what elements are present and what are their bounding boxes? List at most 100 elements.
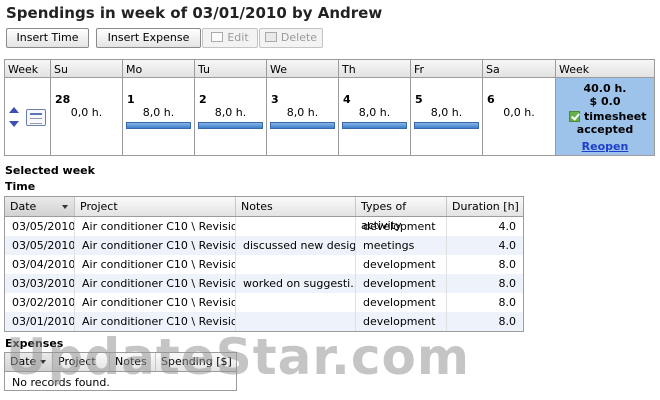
insert-expense-label: Insert Expense — [107, 31, 190, 44]
day-column-tu[interactable]: Tu 2 8,0 h. — [195, 60, 267, 155]
cell-notes: discussed new design — [236, 236, 356, 255]
day-name: Fr — [414, 63, 425, 76]
cell-date: 03/02/2010 — [5, 293, 75, 312]
day-name: Su — [54, 63, 68, 76]
cell-date: 03/05/2010 — [5, 236, 75, 255]
day-column-su[interactable]: Su 28 0,0 h. — [51, 60, 123, 155]
column-header-activity[interactable]: Types of activity — [356, 197, 447, 232]
day-hours-bar — [270, 122, 335, 129]
insert-time-button[interactable]: Insert Time — [6, 28, 89, 48]
reopen-link[interactable]: Reopen — [556, 140, 654, 153]
day-hours-bar — [414, 122, 479, 129]
insert-expense-button[interactable]: Insert Expense — [96, 28, 201, 48]
table-row[interactable]: 03/05/2010 Air conditioner C10 \ Revisio… — [5, 217, 523, 236]
column-header-date[interactable]: Date — [5, 197, 75, 216]
cell-duration: 8.0 — [498, 296, 517, 309]
cell-project: Air conditioner C10 \ Revision 2 — [75, 236, 236, 255]
day-date: 5 — [415, 93, 423, 106]
day-date: 3 — [271, 93, 279, 106]
week-nav-column: Week — [5, 60, 51, 155]
day-column-we[interactable]: We 3 8,0 h. — [267, 60, 339, 155]
column-header-label: Date — [10, 200, 37, 213]
accepted-check-icon — [569, 111, 580, 122]
day-hours: 0,0 h. — [70, 106, 103, 119]
day-name: Mo — [126, 63, 143, 76]
delete-icon — [264, 32, 277, 42]
cell-activity: development — [356, 274, 447, 293]
edit-icon — [211, 32, 224, 42]
cell-activity: development — [356, 255, 447, 274]
column-header-duration[interactable]: Duration [h] — [447, 197, 523, 216]
week-grid: Week Su 28 0,0 h. Mo 1 8,0 h. Tu 2 8,0 h… — [4, 59, 655, 156]
time-heading: Time — [5, 180, 36, 193]
table-row[interactable]: 03/02/2010 Air conditioner C10 \ Revisio… — [5, 293, 523, 312]
table-row[interactable]: 03/04/2010 Air conditioner C10 \ Revisio… — [5, 255, 523, 274]
cell-activity: development — [356, 217, 447, 236]
day-name: Sa — [486, 63, 500, 76]
edit-button[interactable]: Edit — [202, 28, 258, 48]
cell-duration: 4.0 — [498, 239, 517, 252]
day-date: 4 — [343, 93, 351, 106]
column-header-notes[interactable]: Notes — [236, 197, 356, 216]
page-title: Spendings in week of 03/01/2010 by Andre… — [6, 4, 383, 22]
cell-notes — [236, 217, 356, 236]
watermark: UpdateStar.com — [6, 328, 470, 386]
cell-date: 03/03/2010 — [5, 274, 75, 293]
column-header-label: Notes — [241, 200, 273, 213]
cell-duration: 8.0 — [498, 277, 517, 290]
day-hours: 8,0 h. — [358, 106, 391, 119]
next-week-arrow-icon[interactable] — [9, 121, 19, 127]
column-header-label: Duration [h] — [452, 200, 519, 213]
column-header-label: Project — [80, 200, 118, 213]
column-header-project[interactable]: Project — [75, 197, 236, 216]
cell-project: Air conditioner C10 \ Revision 2 — [75, 255, 236, 274]
cell-project: Air conditioner C10 \ Revision 2 — [75, 217, 236, 236]
day-hours: 8,0 h. — [286, 106, 319, 119]
day-date: 28 — [55, 93, 71, 106]
week-total-amount: $ 0.0 — [589, 95, 621, 108]
delete-label: Delete — [280, 31, 318, 44]
cell-notes — [236, 293, 356, 312]
cell-notes — [236, 255, 356, 274]
week-total-hours: 40.0 h. — [583, 82, 627, 95]
delete-button[interactable]: Delete — [259, 28, 323, 48]
day-column-fr[interactable]: Fr 5 8,0 h. — [411, 60, 483, 155]
day-column-mo[interactable]: Mo 1 8,0 h. — [123, 60, 195, 155]
day-column-sa[interactable]: Sa 6 0,0 h. — [483, 60, 556, 155]
day-hours-bar — [198, 122, 263, 129]
cell-project: Air conditioner C10 \ Revision 2 — [75, 274, 236, 293]
cell-date: 03/04/2010 — [5, 255, 75, 274]
day-hours-bar — [342, 122, 407, 129]
day-date: 6 — [487, 93, 495, 106]
cell-activity: meetings — [356, 236, 447, 255]
day-hours-bar — [126, 122, 191, 129]
insert-time-label: Insert Time — [16, 31, 79, 44]
day-name: We — [270, 63, 287, 76]
cell-activity: development — [356, 293, 447, 312]
calendar-icon[interactable] — [26, 109, 46, 126]
day-name: Tu — [198, 63, 211, 76]
status-line-1: timesheet — [584, 110, 647, 123]
edit-label: Edit — [227, 31, 249, 44]
week-summary-header: Week — [559, 63, 590, 76]
day-hours: 0,0 h. — [503, 106, 535, 119]
day-date: 1 — [127, 93, 135, 106]
table-row[interactable]: 03/03/2010 Air conditioner C10 \ Revisio… — [5, 274, 523, 293]
day-hours: 8,0 h. — [430, 106, 463, 119]
day-hours: 8,0 h. — [142, 106, 175, 119]
day-column-th[interactable]: Th 4 8,0 h. — [339, 60, 411, 155]
day-name: Th — [342, 63, 356, 76]
table-row[interactable]: 03/05/2010 Air conditioner C10 \ Revisio… — [5, 236, 523, 255]
day-hours: 8,0 h. — [214, 106, 247, 119]
cell-duration: 8.0 — [498, 258, 517, 271]
sort-desc-icon — [62, 205, 68, 209]
previous-week-arrow-icon[interactable] — [9, 107, 19, 113]
cell-notes: worked on suggesti.. — [236, 274, 356, 293]
time-table-header: Date Project Notes Types of activity Dur… — [5, 197, 523, 232]
time-table: Date Project Notes Types of activity Dur… — [4, 196, 524, 332]
week-header-label: Week — [8, 63, 39, 76]
week-summary-cell: 40.0 h. $ 0.0 timesheet accepted Reopen — [556, 78, 654, 155]
day-date: 2 — [199, 93, 207, 106]
cell-date: 03/05/2010 — [5, 217, 75, 236]
cell-project: Air conditioner C10 \ Revision 2 — [75, 293, 236, 312]
